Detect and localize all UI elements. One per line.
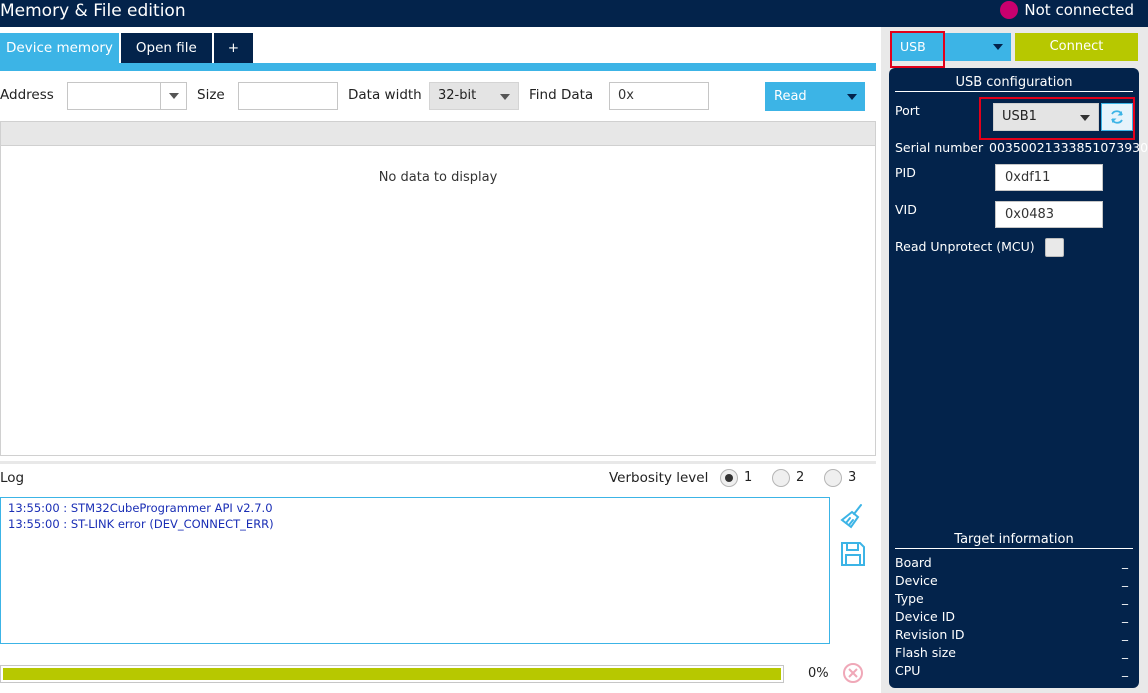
address-combo[interactable]: [67, 82, 187, 110]
window-title: Memory & File edition: [0, 1, 186, 21]
target-info-title: Target information: [895, 532, 1133, 549]
chevron-down-icon: [168, 93, 179, 99]
size-label: Size: [197, 87, 225, 103]
target-board-value: _: [1122, 555, 1128, 569]
tab-underline: [0, 63, 876, 71]
chevron-down-icon: [1080, 115, 1090, 121]
read-unprotect-label: Read Unprotect (MCU): [895, 239, 1035, 254]
verbosity-option-1-label: 1: [744, 470, 753, 485]
target-cpu-value: _: [1122, 663, 1128, 677]
data-width-value: 32-bit: [438, 88, 477, 103]
target-device-id-value: _: [1122, 609, 1128, 623]
verbosity-option-2-label: 2: [796, 470, 805, 485]
interface-value: USB: [900, 39, 926, 54]
vid-input[interactable]: 0x0483: [995, 201, 1103, 228]
chevron-down-icon: [993, 44, 1003, 50]
port-value: USB1: [1002, 109, 1037, 124]
progress-percent: 0%: [808, 666, 829, 681]
serial-number-value: 003500213338510739303…: [989, 140, 1148, 155]
pid-input[interactable]: 0xdf11: [995, 164, 1103, 191]
panel-splitter[interactable]: [0, 461, 876, 464]
target-cpu-label: CPU: [895, 663, 921, 678]
log-title: Log: [0, 470, 25, 486]
tab-add[interactable]: +: [213, 33, 254, 63]
memory-toolbar: Address Size Data width 32-bit Find Data…: [0, 82, 876, 112]
title-bar: Memory & File edition Not connected: [0, 0, 1148, 27]
verbosity-label: Verbosity level: [609, 470, 709, 486]
connection-status: Not connected: [1000, 0, 1134, 20]
target-revision-id-value: _: [1122, 627, 1128, 641]
target-flash-size-label: Flash size: [895, 645, 956, 660]
verbosity-radio-3[interactable]: [824, 469, 842, 487]
read-unprotect-checkbox[interactable]: [1045, 238, 1064, 257]
find-data-input[interactable]: 0x: [609, 82, 709, 110]
log-line: 13:55:00 : STM32CubeProgrammer API v2.7.…: [8, 501, 273, 515]
serial-number-label: Serial number: [895, 140, 984, 155]
size-input[interactable]: [238, 82, 338, 110]
port-select[interactable]: USB1: [993, 103, 1099, 131]
target-revision-id-label: Revision ID: [895, 627, 965, 642]
log-line: 13:55:00 : ST-LINK error (DEV_CONNECT_ER…: [8, 517, 274, 531]
data-width-label: Data width: [348, 87, 422, 103]
address-label: Address: [0, 87, 54, 103]
target-board-label: Board: [895, 555, 932, 570]
data-width-select[interactable]: 32-bit: [429, 82, 519, 110]
vid-label: VID: [895, 202, 917, 217]
progress-fill: [3, 668, 781, 680]
config-panel: [889, 68, 1139, 688]
log-header: Log Verbosity level 1 2 3: [0, 468, 876, 490]
target-type-label: Type: [895, 591, 924, 606]
connection-status-text: Not connected: [1024, 1, 1134, 19]
log-output[interactable]: 13:55:00 : STM32CubeProgrammer API v2.7.…: [0, 497, 830, 644]
verbosity-radio-2[interactable]: [772, 469, 790, 487]
port-label: Port: [895, 103, 920, 118]
read-button-label: Read: [774, 89, 807, 104]
refresh-icon[interactable]: [1101, 103, 1133, 131]
address-dropdown-button[interactable]: [160, 83, 186, 109]
status-indicator-icon: [1000, 1, 1019, 19]
target-device-label: Device: [895, 573, 938, 588]
chevron-down-icon: [500, 94, 510, 100]
tab-bar: Device memory Open file +: [0, 33, 255, 63]
cancel-icon[interactable]: [842, 662, 864, 684]
floppy-disk-icon[interactable]: [839, 540, 867, 568]
pid-label: PID: [895, 165, 916, 180]
broom-icon[interactable]: [839, 502, 867, 530]
target-type-value: _: [1122, 591, 1128, 605]
table-header: [1, 122, 875, 146]
tab-device-memory[interactable]: Device memory: [0, 33, 119, 63]
find-data-label: Find Data: [529, 87, 594, 103]
verbosity-radio-1[interactable]: [720, 469, 738, 487]
progress-bar: [0, 665, 784, 683]
read-button[interactable]: Read: [765, 82, 865, 111]
empty-table-message: No data to display: [378, 170, 498, 185]
target-device-value: _: [1122, 573, 1128, 587]
tab-open-file[interactable]: Open file: [120, 33, 212, 63]
interface-select[interactable]: USB: [892, 33, 1011, 61]
target-device-id-label: Device ID: [895, 609, 956, 624]
usb-config-title: USB configuration: [895, 75, 1133, 92]
target-flash-size-value: _: [1122, 645, 1128, 659]
chevron-down-icon: [847, 94, 857, 100]
verbosity-option-3-label: 3: [848, 470, 857, 485]
connect-button[interactable]: Connect: [1015, 33, 1138, 61]
